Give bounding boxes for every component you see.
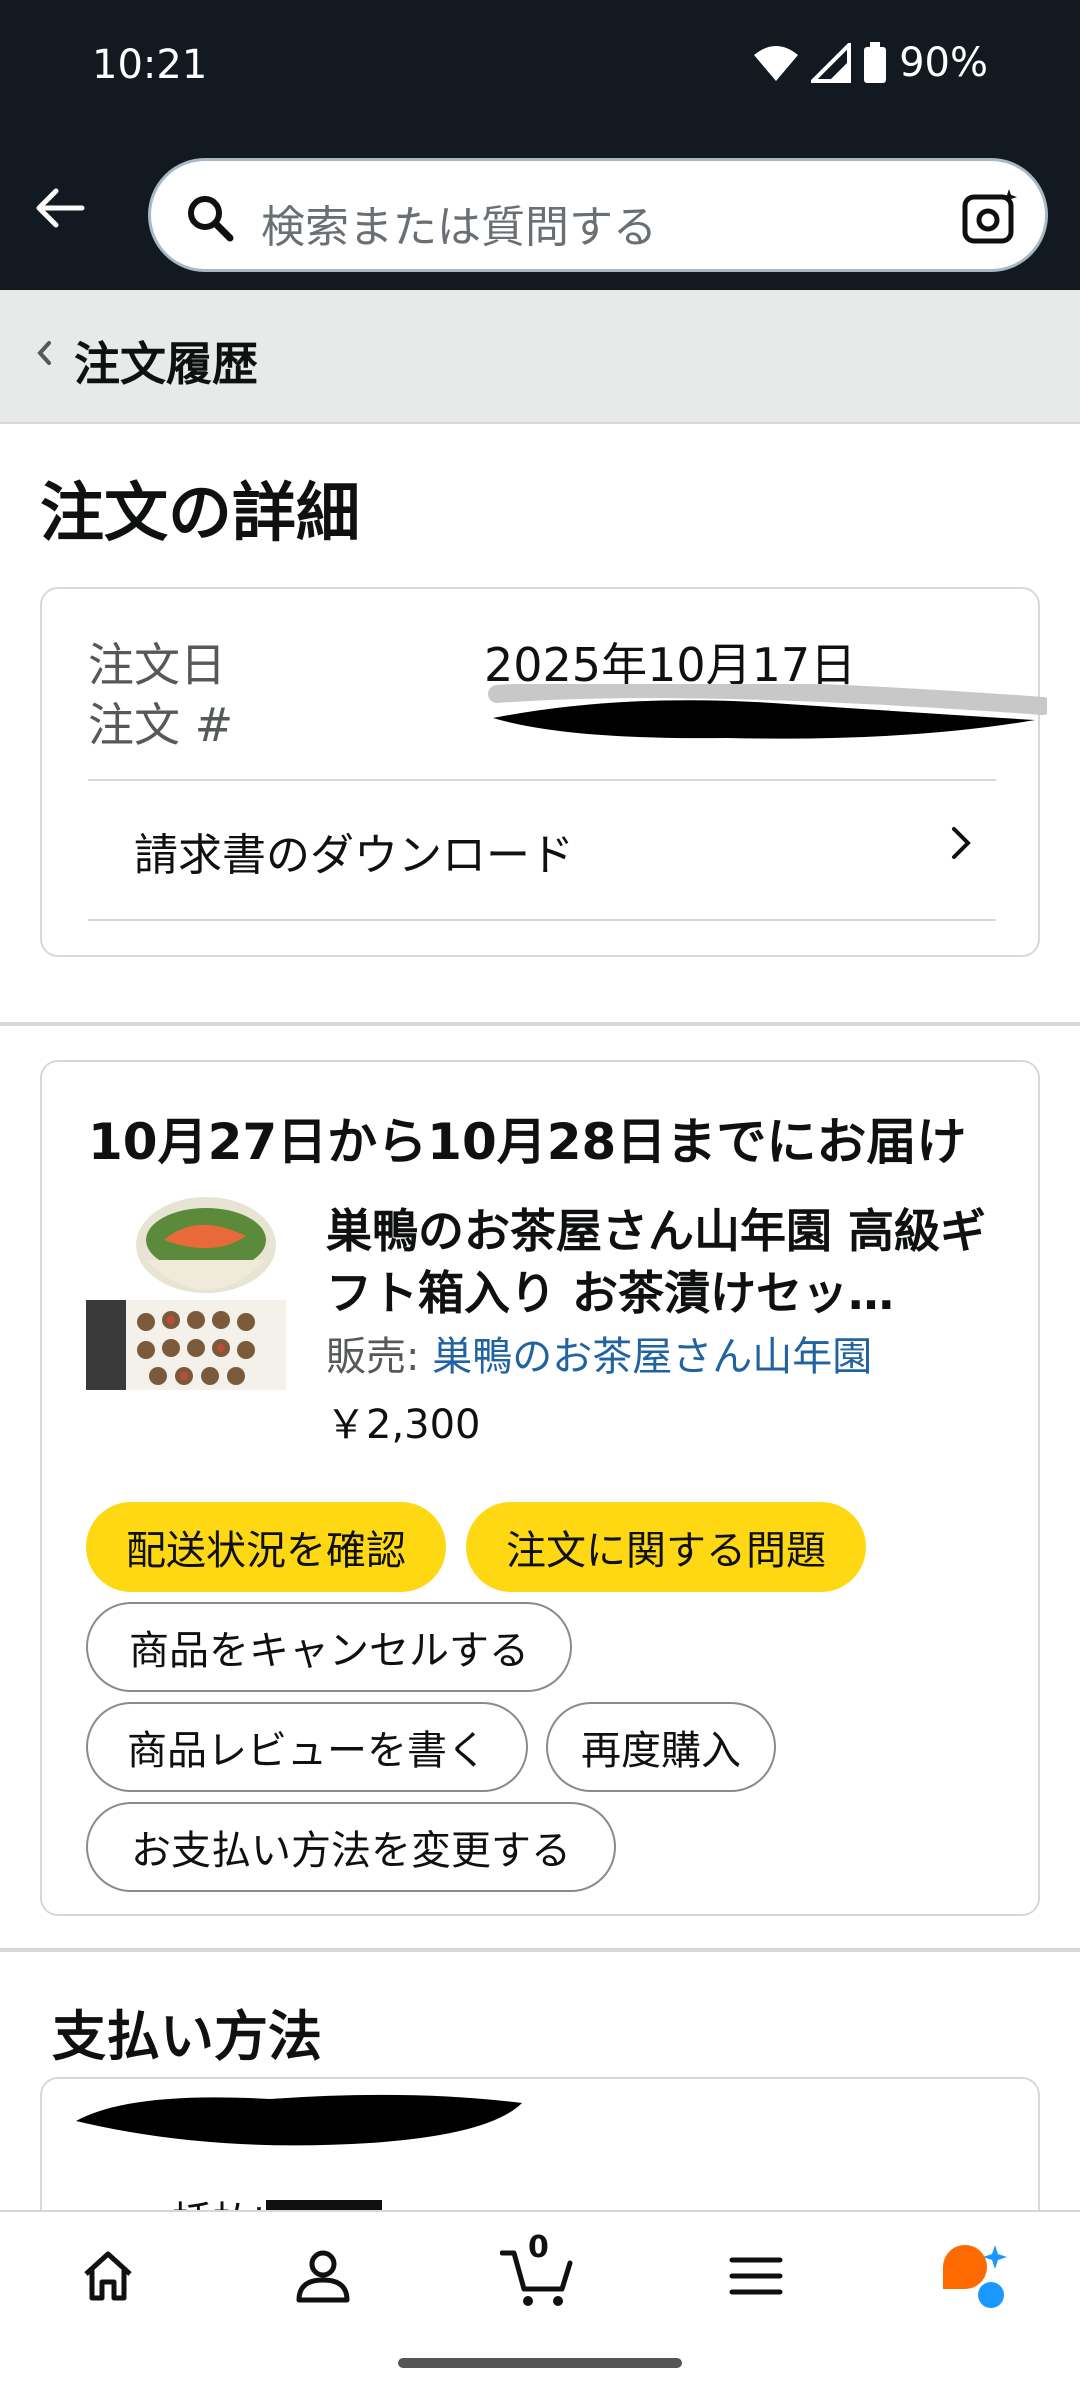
page-title: 注文の詳細: [40, 477, 360, 551]
user-icon: [296, 2250, 350, 2303]
section-separator: [0, 1022, 1080, 1026]
bottom-nav: 0: [0, 2210, 1080, 2336]
payment-section-title: 支払い方法: [52, 2005, 322, 2068]
status-bar: 10:21 90%: [0, 0, 1080, 140]
search-input[interactable]: 検索または質問する: [148, 158, 1048, 272]
delivery-card: 10月27日から10月28日までにお届け 巣鴨のお茶屋さん山年園 高級ギフト箱入…: [40, 1060, 1040, 1916]
product-price: ￥2,300: [326, 1402, 481, 1448]
delivery-title: 10月27日から10月28日までにお届け: [88, 1113, 967, 1171]
seller-line: 販売: 巣鴨のお茶屋さん山年園: [326, 1324, 872, 1382]
search-icon: [188, 196, 234, 242]
nav-menu[interactable]: [716, 2236, 796, 2316]
camera-lens-icon[interactable]: [961, 187, 1021, 247]
order-date-label: 注文日: [88, 638, 226, 692]
redaction-mark: [488, 684, 1047, 739]
arrow-left-icon: [36, 188, 85, 228]
track-package-button[interactable]: 配送状況を確認: [86, 1502, 446, 1592]
wifi-icon: [754, 46, 799, 81]
nav-home[interactable]: [68, 2236, 148, 2316]
order-info-card: 注文日 2025年10月17日 注文 # 請求書のダウンロード: [40, 587, 1047, 957]
chevron-right-icon: [952, 827, 971, 859]
top-bar: 検索または質問する: [0, 140, 1080, 290]
invoice-download-label: 請求書のダウンロード: [134, 830, 574, 881]
search-placeholder: 検索または質問する: [261, 202, 657, 253]
seller-prefix: 販売:: [326, 1334, 433, 1380]
nav-account[interactable]: [283, 2236, 363, 2316]
ai-assistant-icon: [943, 2245, 1007, 2308]
breadcrumb-label: 注文履歴: [74, 337, 258, 391]
section-separator: [0, 1948, 1080, 1952]
write-review-button[interactable]: 商品レビューを書く: [86, 1702, 528, 1792]
status-icons: 90%: [753, 40, 988, 86]
nav-cart[interactable]: 0: [498, 2230, 578, 2316]
chevron-left-icon: [37, 341, 51, 365]
order-number-label: 注文 #: [88, 698, 234, 752]
product-image[interactable]: [86, 1190, 286, 1390]
home-icon: [84, 2251, 132, 2301]
battery-icon: [864, 42, 887, 83]
status-time: 10:21: [92, 42, 208, 88]
back-button[interactable]: [30, 178, 90, 238]
cancel-item-button[interactable]: 商品をキャンセルする: [86, 1602, 572, 1692]
redaction-mark: [76, 2094, 522, 2146]
invoice-download-link[interactable]: 請求書のダウンロード: [88, 779, 996, 919]
signal-icon: [811, 43, 852, 83]
divider: [88, 919, 996, 921]
menu-icon: [729, 2257, 783, 2295]
order-problem-button[interactable]: 注文に関する問題: [466, 1502, 866, 1592]
breadcrumb[interactable]: 注文履歴: [0, 290, 1080, 424]
gesture-handle[interactable]: [398, 2358, 682, 2368]
seller-link[interactable]: 巣鴨のお茶屋さん山年園: [432, 1334, 872, 1380]
change-payment-button[interactable]: お支払い方法を変更する: [86, 1802, 616, 1892]
gesture-area: [0, 2336, 1080, 2400]
battery-percent: 90%: [899, 40, 988, 86]
cart-count: 0: [528, 2230, 549, 2265]
product-title-link[interactable]: 巣鴨のお茶屋さん山年園 高級ギフト箱入り お茶漬けセッ…: [326, 1200, 986, 1324]
nav-ai-assistant[interactable]: [933, 2236, 1013, 2316]
buy-again-button[interactable]: 再度購入: [546, 1702, 776, 1792]
